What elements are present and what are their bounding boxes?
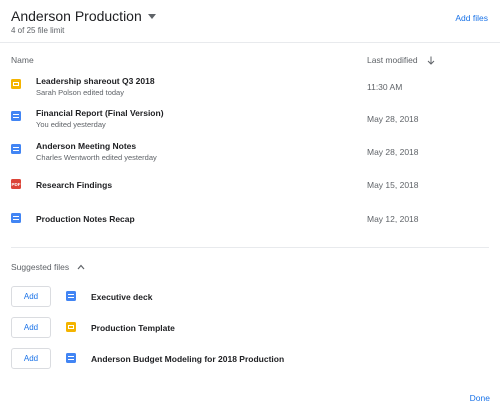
file-name: Anderson Meeting Notes [36,141,137,151]
file-row[interactable]: Leadership shareout Q3 2018 Sarah Polson… [0,70,500,100]
file-name: Financial Report (Final Version) [36,108,164,118]
file-name: Leadership shareout Q3 2018 [36,76,155,86]
file-edited-info: Charles Wentworth edited yesterday [36,153,157,162]
slides-icon [11,79,21,89]
arrow-down-icon [427,56,434,65]
file-edited-info: Sarah Polson edited today [36,88,124,97]
doc-icon [11,213,21,223]
doc-icon [11,111,21,121]
column-header-last-modified[interactable]: Last modified [367,55,435,65]
file-last-modified: May 12, 2018 [367,214,419,224]
doc-icon [66,291,76,301]
folder-title: Anderson Production [11,8,142,24]
add-files-link[interactable]: Add files [455,13,488,23]
file-last-modified: 11:30 AM [367,82,403,92]
suggested-file-name[interactable]: Production Template [91,323,175,333]
file-edited-info: You edited yesterday [36,120,106,129]
file-name: Research Findings [36,180,113,190]
suggested-file-name[interactable]: Anderson Budget Modeling for 2018 Produc… [91,354,284,364]
file-last-modified: May 15, 2018 [367,180,419,190]
suggested-files-label: Suggested files [11,262,70,272]
pdf-icon: PDF [11,179,21,189]
file-limit-text: 4 of 25 file limit [11,26,65,35]
doc-icon [66,353,76,363]
caret-down-icon [147,14,156,19]
folder-title-dropdown[interactable]: Anderson Production [11,8,156,24]
file-row[interactable]: PDF Research Findings May 15, 2018 [0,170,500,200]
suggested-file-row: Add Production Template [0,317,500,341]
add-button[interactable]: Add [11,317,51,338]
chevron-up-icon [77,264,85,270]
file-row[interactable]: Production Notes Recap May 12, 2018 [0,204,500,234]
column-header-name[interactable]: Name [11,55,34,65]
pdf-icon-text: PDF [11,181,21,187]
suggested-files-toggle[interactable]: Suggested files [11,262,85,272]
done-button[interactable]: Done [470,393,490,403]
section-divider [11,247,489,248]
file-last-modified: May 28, 2018 [367,147,419,157]
slides-icon [66,322,76,332]
suggested-file-row: Add Anderson Budget Modeling for 2018 Pr… [0,348,500,372]
suggested-file-name[interactable]: Executive deck [91,292,152,302]
add-button[interactable]: Add [11,286,51,307]
file-name: Production Notes Recap [36,214,135,224]
column-header-last-modified-label: Last modified [367,55,418,65]
file-last-modified: May 28, 2018 [367,114,419,124]
doc-icon [11,144,21,154]
add-button[interactable]: Add [11,348,51,369]
header-divider [0,42,500,43]
file-row[interactable]: Anderson Meeting Notes Charles Wentworth… [0,135,500,165]
header: Anderson Production 4 of 25 file limit A… [0,0,500,42]
file-row[interactable]: Financial Report (Final Version) You edi… [0,102,500,132]
suggested-file-row: Add Executive deck [0,286,500,310]
